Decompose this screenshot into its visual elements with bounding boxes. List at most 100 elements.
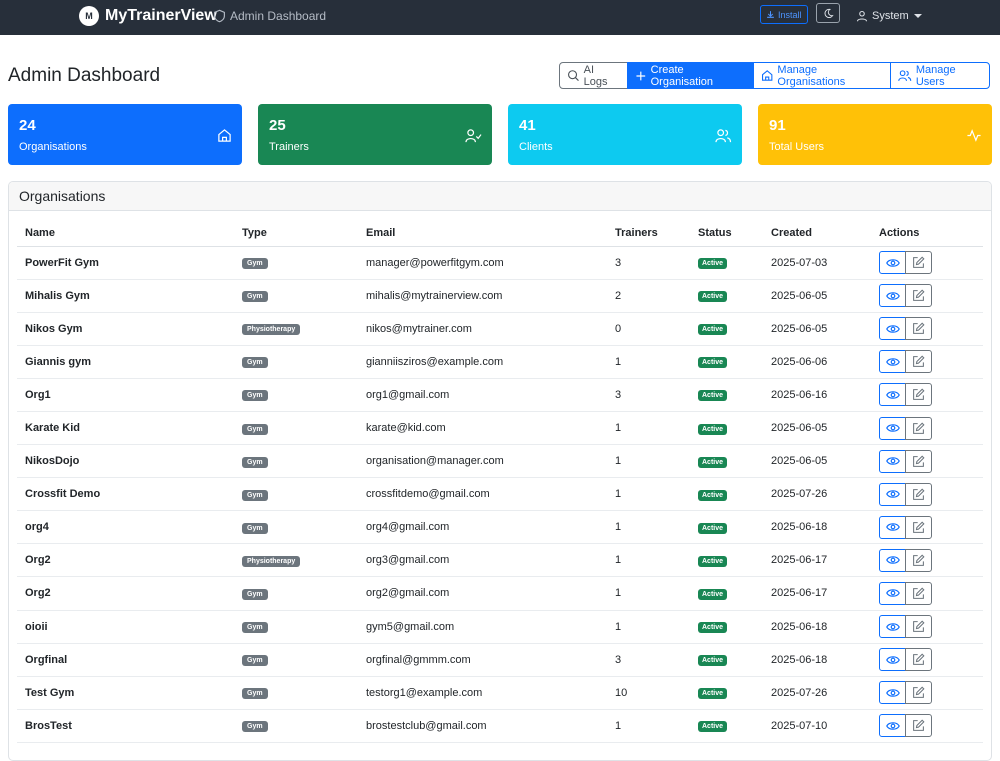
- view-button[interactable]: [879, 648, 906, 672]
- view-button[interactable]: [879, 581, 906, 605]
- edit-button[interactable]: [905, 416, 932, 440]
- column-header-type[interactable]: Type: [234, 220, 358, 247]
- edit-button[interactable]: [905, 714, 932, 738]
- home-icon: [218, 129, 231, 142]
- view-button[interactable]: [879, 449, 906, 473]
- edit-button[interactable]: [905, 284, 932, 308]
- brand[interactable]: M MyTrainerView: [79, 6, 217, 26]
- org-status-cell: Active: [690, 345, 763, 379]
- organisations-table-body: PowerFit Gym Gym manager@powerfitgym.com 3 A…: [17, 246, 983, 743]
- view-button[interactable]: [879, 317, 906, 341]
- org-actions-cell: [871, 543, 983, 578]
- org-created: 2025-06-17: [763, 576, 871, 611]
- column-header-trainers[interactable]: Trainers: [607, 220, 690, 247]
- manage-users-button[interactable]: Manage Users: [890, 62, 990, 89]
- org-actions-cell: [871, 709, 983, 743]
- eye-icon: [885, 358, 900, 366]
- user-menu[interactable]: System: [856, 10, 922, 22]
- stat-value: 91: [769, 117, 786, 134]
- column-header-email[interactable]: Email: [358, 220, 607, 247]
- org-email: orgfinal@gmmm.com: [358, 643, 607, 677]
- edit-button[interactable]: [905, 251, 932, 275]
- stat-card-total-users: 91 Total Users: [758, 104, 992, 165]
- view-button[interactable]: [879, 251, 906, 275]
- org-email: gianniisziros@example.com: [358, 345, 607, 379]
- org-name: oioii: [17, 610, 234, 644]
- org-name: Org1: [17, 378, 234, 412]
- status-badge: Active: [698, 456, 728, 468]
- manage-organisations-button[interactable]: Manage Organisations: [753, 62, 891, 89]
- status-badge: Active: [698, 291, 728, 303]
- org-type-cell: Gym: [234, 676, 358, 710]
- nav-admin-dashboard[interactable]: Admin Dashboard: [213, 9, 326, 23]
- org-status-cell: Active: [690, 444, 763, 479]
- table-row: Mihalis Gym Gym mihalis@mytrainerview.com 2…: [17, 279, 983, 313]
- status-badge: Active: [698, 390, 728, 402]
- row-actions: [879, 284, 975, 308]
- edit-icon: [913, 620, 925, 632]
- edit-button[interactable]: [905, 515, 932, 539]
- eye-icon: [885, 490, 900, 498]
- org-trainers: 1: [607, 444, 690, 479]
- ai-logs-button[interactable]: AI Logs: [559, 62, 628, 89]
- view-button[interactable]: [879, 482, 906, 506]
- view-button[interactable]: [879, 284, 906, 308]
- type-badge: Gym: [242, 655, 268, 667]
- org-actions-cell: [871, 345, 983, 379]
- eye-icon: [885, 258, 900, 267]
- view-button[interactable]: [879, 681, 906, 705]
- org-name: Karate Kid: [17, 411, 234, 446]
- view-button[interactable]: [879, 615, 906, 639]
- edit-button[interactable]: [905, 350, 932, 374]
- org-name: PowerFit Gym: [17, 246, 234, 280]
- type-badge: Physiotherapy: [242, 555, 301, 567]
- table-row: Crossfit Demo Gym crossfitdemo@gmail.com 1 A…: [17, 477, 983, 512]
- org-type-cell: Gym: [234, 709, 358, 743]
- view-button[interactable]: [879, 350, 906, 374]
- edit-button[interactable]: [905, 317, 932, 341]
- edit-icon: [913, 587, 925, 599]
- org-email: organisation@manager.com: [358, 444, 607, 479]
- edit-button[interactable]: [905, 681, 932, 705]
- organisations-table: Name Type Email Trainers Status Created …: [17, 220, 983, 743]
- user-icon: [856, 10, 868, 22]
- org-status-cell: Active: [690, 510, 763, 545]
- edit-button[interactable]: [905, 383, 932, 407]
- page-title: Admin Dashboard: [8, 65, 161, 86]
- column-header-name[interactable]: Name: [17, 220, 234, 247]
- theme-toggle-button[interactable]: [816, 3, 840, 23]
- edit-button[interactable]: [905, 482, 932, 506]
- view-button[interactable]: [879, 416, 906, 440]
- org-created: 2025-06-05: [763, 279, 871, 313]
- column-header-status[interactable]: Status: [690, 220, 763, 247]
- type-badge: Gym: [242, 688, 268, 700]
- status-badge: Active: [698, 357, 728, 369]
- eye-icon: [885, 324, 900, 333]
- users-icon: [715, 129, 732, 143]
- view-button[interactable]: [879, 714, 906, 738]
- install-button[interactable]: Install: [760, 5, 808, 24]
- org-actions-cell: [871, 279, 983, 313]
- view-button[interactable]: [879, 548, 906, 572]
- view-button[interactable]: [879, 515, 906, 539]
- status-badge: Active: [698, 622, 728, 634]
- edit-button[interactable]: [905, 548, 932, 572]
- status-badge: Active: [698, 489, 728, 501]
- column-header-created[interactable]: Created: [763, 220, 871, 247]
- org-trainers: 3: [607, 378, 690, 412]
- org-type-cell: Gym: [234, 477, 358, 512]
- edit-button[interactable]: [905, 581, 932, 605]
- org-created: 2025-06-06: [763, 345, 871, 379]
- organisations-panel: Organisations Name Type Email Trainers S…: [8, 181, 992, 761]
- row-actions: [879, 449, 975, 473]
- edit-button[interactable]: [905, 648, 932, 672]
- edit-button[interactable]: [905, 615, 932, 639]
- org-type-cell: Gym: [234, 279, 358, 313]
- type-badge: Physiotherapy: [242, 324, 301, 336]
- org-email: crossfitdemo@gmail.com: [358, 477, 607, 512]
- table-row: Org2 Gym org2@gmail.com 1 Active 2025-06-17: [17, 576, 983, 611]
- edit-button[interactable]: [905, 449, 932, 473]
- view-button[interactable]: [879, 383, 906, 407]
- stat-card-clients: 41 Clients: [508, 104, 742, 165]
- create-organisation-button[interactable]: Create Organisation: [627, 62, 754, 89]
